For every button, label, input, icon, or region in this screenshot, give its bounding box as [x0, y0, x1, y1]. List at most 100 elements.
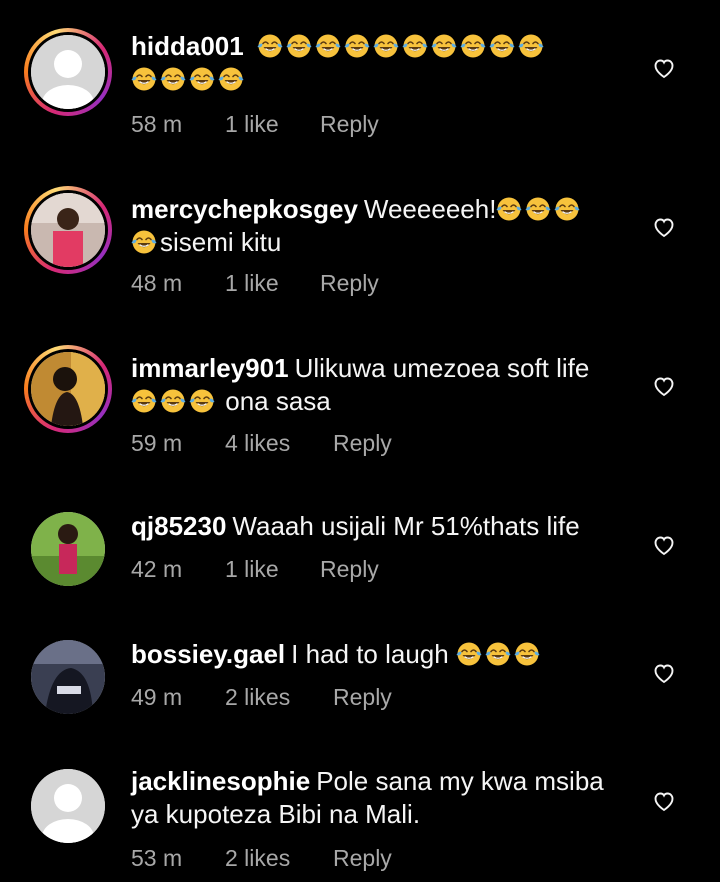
comment-text: ya kupoteza Bibi na Mali. [131, 799, 421, 829]
avatar [31, 640, 105, 714]
avatar-story-ring[interactable] [24, 345, 112, 433]
profile-photo [31, 352, 105, 426]
emoji-group [456, 639, 543, 669]
comment-time: 48 m [131, 270, 183, 296]
comment-text: I had to laugh [291, 639, 449, 669]
tears-of-joy-icon [456, 642, 482, 666]
comment-likes[interactable]: 4 likes [225, 430, 290, 457]
tears-of-joy-icon [160, 67, 186, 91]
comment-body: immarley901 Ulikuwa umezoea soft life ona… [131, 352, 626, 418]
avatar [31, 35, 105, 109]
avatar-story-ring[interactable] [24, 28, 112, 116]
tears-of-joy-icon [160, 389, 186, 413]
comment-text: Waaah usijali Mr 51%thats life [232, 511, 580, 541]
comment-body: jacklinesophie Pole sana my kwa msiba ya … [131, 765, 626, 831]
emoji-group [496, 194, 583, 224]
heart-outline-icon[interactable] [652, 374, 676, 398]
avatar-wrap[interactable] [24, 633, 112, 721]
comment-line: bossiey.gael I had to laugh [131, 638, 626, 671]
heart-outline-icon[interactable] [652, 789, 676, 813]
heart-outline-icon[interactable] [652, 533, 676, 557]
comment-username[interactable]: immarley901 [131, 353, 289, 383]
comment-likes[interactable]: 1 like [225, 111, 279, 138]
tears-of-joy-icon [554, 197, 580, 221]
avatar [31, 193, 105, 267]
reply-button[interactable]: Reply [320, 556, 379, 583]
comment-line: jacklinesophie Pole sana my kwa msiba [131, 765, 626, 798]
comment-text: Ulikuwa umezoea soft life [294, 353, 590, 383]
tears-of-joy-icon [257, 34, 283, 58]
avatar-story-ring[interactable] [24, 186, 112, 274]
reply-button[interactable]: Reply [333, 430, 392, 457]
comment-time: 53 m [131, 845, 183, 871]
comment-text: sisemi kitu [160, 227, 282, 257]
emoji-group [131, 64, 247, 94]
comment-text: ona sasa [225, 386, 331, 416]
profile-photo [31, 193, 105, 267]
comment-username[interactable]: qj85230 [131, 511, 226, 541]
tears-of-joy-icon [218, 67, 244, 91]
avatar [31, 352, 105, 426]
tears-of-joy-icon [496, 197, 522, 221]
comment-username[interactable]: hidda001 [131, 31, 244, 61]
tears-of-joy-icon [131, 389, 157, 413]
comment-time: 59 m [131, 430, 183, 456]
reply-button[interactable]: Reply [320, 270, 379, 297]
comment-likes[interactable]: 2 likes [225, 684, 290, 711]
reply-button[interactable]: Reply [333, 684, 392, 711]
comment-time: 49 m [131, 684, 183, 710]
reply-button[interactable]: Reply [333, 845, 392, 872]
comment-likes[interactable]: 2 likes [225, 845, 290, 872]
comment-line: immarley901 Ulikuwa umezoea soft life [131, 352, 626, 385]
comment-time: 42 m [131, 556, 183, 582]
comment-username[interactable]: jacklinesophie [131, 766, 310, 796]
comment-body: hidda001 [131, 30, 626, 96]
comment-body: mercychepkosgey Weeeeeeh! sisemi kitu [131, 193, 626, 259]
comment-likes[interactable]: 1 like [225, 270, 279, 297]
comment-line: sisemi kitu [131, 226, 626, 259]
comment-body: qj85230 Waaah usijali Mr 51%thats life [131, 510, 626, 543]
tears-of-joy-icon [131, 67, 157, 91]
comment-line: ya kupoteza Bibi na Mali. [131, 798, 626, 831]
reply-button[interactable]: Reply [320, 111, 379, 138]
tears-of-joy-icon [344, 34, 370, 58]
tears-of-joy-icon [315, 34, 341, 58]
comment-likes[interactable]: 1 like [225, 556, 279, 583]
comment-username[interactable]: bossiey.gael [131, 639, 285, 669]
heart-outline-icon[interactable] [652, 215, 676, 239]
comment-time: 58 m [131, 111, 183, 137]
avatar [31, 512, 105, 586]
tears-of-joy-icon [431, 34, 457, 58]
comment-line: mercychepkosgey Weeeeeeh! [131, 193, 626, 226]
tears-of-joy-icon [286, 34, 312, 58]
tears-of-joy-icon [373, 34, 399, 58]
comment-text: Weeeeeeh! [363, 194, 497, 224]
tears-of-joy-icon [518, 34, 544, 58]
comment-text: Pole sana my kwa msiba [316, 766, 604, 796]
avatar-wrap[interactable] [24, 505, 112, 593]
tears-of-joy-icon [489, 34, 515, 58]
avatar-wrap[interactable] [24, 762, 112, 850]
comment-line: ona sasa [131, 385, 626, 418]
tears-of-joy-icon [402, 34, 428, 58]
tears-of-joy-icon [131, 230, 157, 254]
heart-outline-icon[interactable] [652, 661, 676, 685]
emoji-group [131, 386, 218, 416]
default-avatar-icon [31, 35, 105, 109]
emoji-group [257, 31, 547, 61]
tears-of-joy-icon [189, 67, 215, 91]
comment-body: bossiey.gael I had to laugh [131, 638, 626, 671]
comment-username[interactable]: mercychepkosgey [131, 194, 358, 224]
profile-photo [31, 512, 105, 586]
comment-line [131, 63, 626, 96]
avatar [31, 769, 105, 843]
emoji-group [131, 227, 160, 257]
heart-outline-icon[interactable] [652, 56, 676, 80]
comment-line: hidda001 [131, 30, 626, 63]
tears-of-joy-icon [460, 34, 486, 58]
tears-of-joy-icon [189, 389, 215, 413]
tears-of-joy-icon [485, 642, 511, 666]
tears-of-joy-icon [525, 197, 551, 221]
comment-line: qj85230 Waaah usijali Mr 51%thats life [131, 510, 626, 543]
profile-photo [31, 640, 105, 714]
